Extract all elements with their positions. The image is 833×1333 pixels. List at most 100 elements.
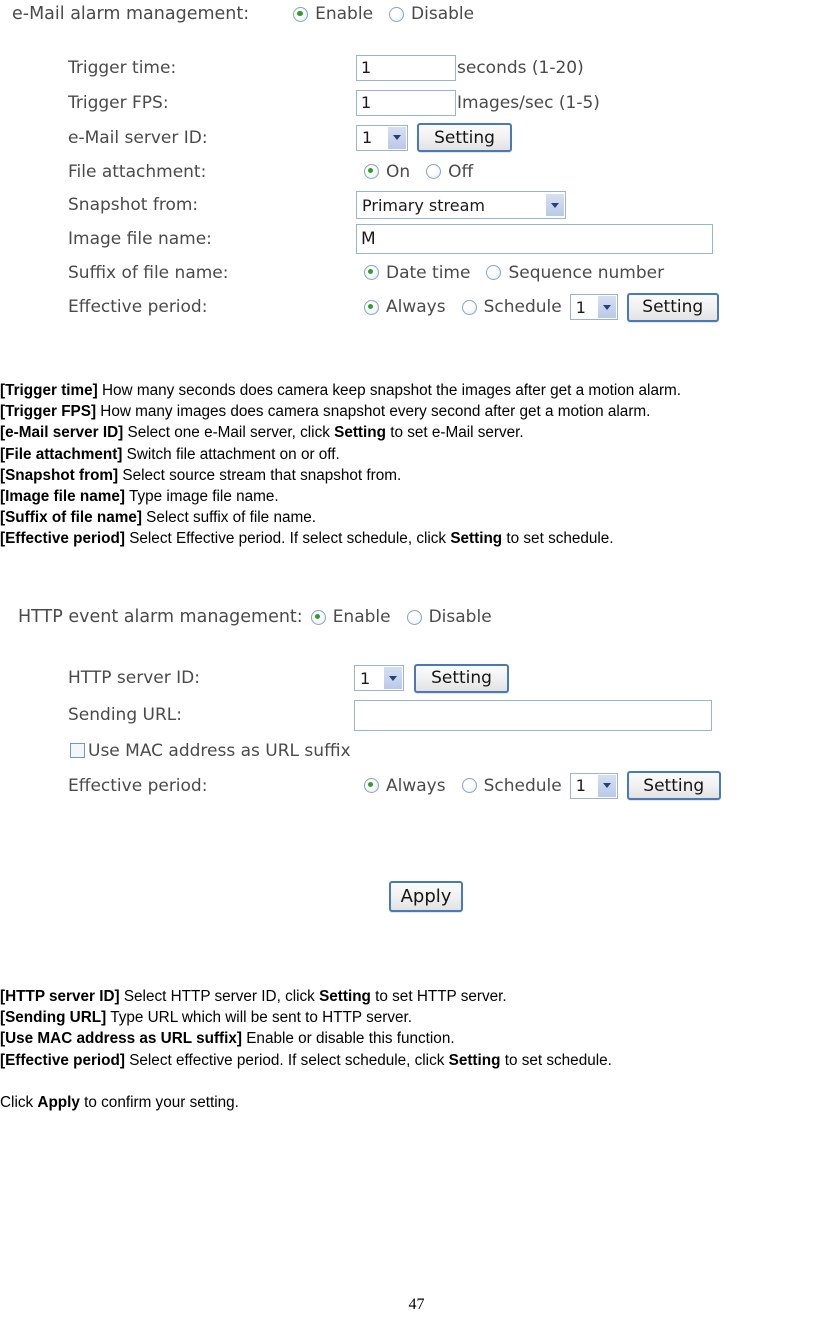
- help-term: [HTTP server ID]: [0, 988, 120, 1005]
- chevron-down-icon[interactable]: [597, 296, 616, 318]
- email-disable-radio-dot-icon[interactable]: [389, 6, 405, 22]
- email-enable-radio-dot-icon[interactable]: [293, 6, 309, 22]
- image-file-name-label: Image file name:: [68, 229, 212, 249]
- file-attachment-off-label[interactable]: Off: [448, 162, 473, 182]
- help-body: Select HTTP server ID, click: [119, 988, 320, 1005]
- http-server-id-row: HTTP server ID: 1 Setting: [0, 660, 833, 696]
- suffix-date-time-radio-dot-icon[interactable]: [364, 265, 379, 280]
- help-line-http-effective-period: [Effective period] Select effective peri…: [0, 1050, 833, 1071]
- email-server-id-label: e-Mail server ID:: [68, 127, 208, 148]
- help-line-trigger-fps: [Trigger FPS] How many images does camer…: [0, 401, 833, 422]
- file-attachment-on-label[interactable]: On: [386, 162, 410, 182]
- http-server-id-label: HTTP server ID:: [68, 668, 200, 688]
- image-file-name-input[interactable]: M: [356, 224, 713, 254]
- http-disable-radio[interactable]: Disable: [406, 607, 508, 627]
- help-term: [Effective period]: [0, 1051, 125, 1069]
- file-attachment-off-radio-dot-icon[interactable]: [426, 164, 442, 179]
- http-help-text: [HTTP server ID] Select HTTP server ID, …: [0, 986, 833, 1113]
- email-period-setting-button[interactable]: Setting: [626, 292, 719, 322]
- trigger-time-input[interactable]: 1: [356, 54, 456, 81]
- file-attachment-on-radio-dot-icon[interactable]: [364, 164, 379, 179]
- suffix-date-time-radio[interactable]: Date time: [364, 263, 486, 283]
- apply-button-container: Apply: [0, 881, 833, 912]
- email-enable-label[interactable]: Enable: [315, 4, 373, 24]
- email-period-schedule-label[interactable]: Schedule: [484, 297, 562, 317]
- http-period-always-label[interactable]: Always: [386, 776, 446, 796]
- http-schedule-select[interactable]: 1: [569, 772, 618, 799]
- help-line-snapshot-from: [Snapshot from] Select source stream tha…: [0, 465, 833, 486]
- http-period-always-radio-dot-icon[interactable]: [364, 778, 379, 793]
- suffix-sequence-number-radio[interactable]: Sequence number: [486, 263, 680, 283]
- chevron-down-icon[interactable]: [388, 126, 406, 149]
- email-server-id-select[interactable]: 1: [356, 124, 408, 151]
- http-enable-label[interactable]: Enable: [333, 607, 391, 627]
- trigger-fps-input[interactable]: 1: [356, 89, 456, 116]
- chevron-down-icon[interactable]: [384, 667, 402, 689]
- http-disable-label[interactable]: Disable: [429, 607, 492, 627]
- help-body: Select source stream that snapshot from.: [118, 466, 402, 484]
- apply-button[interactable]: Apply: [389, 881, 463, 912]
- email-disable-label[interactable]: Disable: [411, 4, 474, 24]
- http-enable-radio[interactable]: Enable: [310, 607, 407, 627]
- http-period-setting-button[interactable]: Setting: [626, 771, 721, 800]
- http-server-id-select[interactable]: 1: [354, 665, 404, 691]
- help-line-trigger-time: [Trigger time] How many seconds does cam…: [0, 380, 833, 401]
- file-attachment-on-radio[interactable]: On: [364, 162, 426, 182]
- chevron-down-icon[interactable]: [546, 194, 564, 216]
- email-schedule-value: 1: [575, 297, 586, 317]
- email-period-schedule-radio-dot-icon[interactable]: [461, 299, 477, 315]
- chevron-down-icon[interactable]: [597, 774, 616, 797]
- use-mac-suffix-checkbox[interactable]: [70, 743, 85, 758]
- help-body: Type image file name.: [124, 488, 279, 506]
- help-bold-setting: Setting: [319, 988, 371, 1005]
- email-server-setting-button[interactable]: Setting: [417, 123, 512, 152]
- help-line-file-attachment: [File attachment] Switch file attachment…: [0, 444, 833, 465]
- email-period-always-radio-dot-icon[interactable]: [364, 299, 379, 315]
- http-period-schedule-radio[interactable]: Schedule: [461, 776, 570, 796]
- suffix-sequence-number-radio-dot-icon[interactable]: [486, 265, 502, 280]
- http-effective-period-label: Effective period:: [68, 775, 208, 796]
- trigger-fps-label: Trigger FPS:: [68, 92, 169, 113]
- http-period-schedule-radio-dot-icon[interactable]: [461, 778, 477, 793]
- email-enable-radio[interactable]: Enable: [293, 4, 389, 24]
- snapshot-from-label: Snapshot from:: [68, 195, 199, 215]
- help-bold-setting: Setting: [448, 1051, 501, 1069]
- closing-note-prefix: Click: [0, 1093, 38, 1111]
- help-line-sending-url: [Sending URL] Type URL which will be sen…: [0, 1007, 833, 1028]
- http-schedule-value: 1: [575, 776, 586, 795]
- http-server-setting-button[interactable]: Setting: [414, 663, 509, 693]
- http-period-schedule-label[interactable]: Schedule: [484, 776, 562, 796]
- http-effective-period-row: Effective period: Always Schedule 1 Sett…: [0, 767, 833, 804]
- help-body: How many images does camera snapshot eve…: [96, 403, 651, 421]
- use-mac-suffix-label[interactable]: Use MAC address as URL suffix: [88, 741, 351, 761]
- help-tail: to set e-Mail server.: [385, 424, 524, 442]
- help-body: Select suffix of file name.: [141, 509, 316, 527]
- sending-url-label: Sending URL:: [68, 705, 182, 725]
- http-disable-radio-dot-icon[interactable]: [406, 609, 422, 625]
- email-schedule-select[interactable]: 1: [569, 294, 618, 320]
- help-body: Select Effective period. If select sched…: [124, 530, 451, 548]
- email-disable-radio[interactable]: Disable: [389, 4, 490, 24]
- sending-url-input[interactable]: [354, 699, 712, 731]
- help-body: Switch file attachment on or off.: [122, 445, 340, 463]
- http-alarm-header-row: HTTP event alarm management: Enable Disa…: [0, 602, 833, 632]
- help-line-use-mac-suffix: [Use MAC address as URL suffix] Enable o…: [0, 1028, 833, 1049]
- email-period-always-radio[interactable]: Always: [364, 297, 462, 317]
- http-enable-radio-dot-icon[interactable]: [310, 609, 326, 625]
- email-period-always-label[interactable]: Always: [386, 297, 446, 317]
- email-period-schedule-radio[interactable]: Schedule: [461, 297, 570, 317]
- file-attachment-off-radio[interactable]: Off: [426, 162, 489, 182]
- suffix-date-time-label[interactable]: Date time: [386, 263, 470, 283]
- use-mac-suffix-row[interactable]: Use MAC address as URL suffix: [0, 734, 833, 767]
- snapshot-from-select[interactable]: Primary stream: [356, 191, 566, 219]
- closing-note-suffix: to confirm your setting.: [79, 1093, 239, 1111]
- suffix-sequence-number-label[interactable]: Sequence number: [508, 263, 664, 283]
- http-period-always-radio[interactable]: Always: [364, 776, 462, 796]
- help-line-email-server-id: [e-Mail server ID] Select one e-Mail ser…: [0, 422, 833, 443]
- image-file-name-row: Image file name: M: [0, 222, 833, 256]
- closing-note-bold: Apply: [37, 1093, 80, 1111]
- sending-url-row: Sending URL:: [0, 696, 833, 734]
- page-number: 47: [408, 1296, 425, 1313]
- help-body: Select one e-Mail server, click: [123, 424, 335, 442]
- suffix-of-file-name-row: Suffix of file name: Date time Sequence …: [0, 256, 833, 289]
